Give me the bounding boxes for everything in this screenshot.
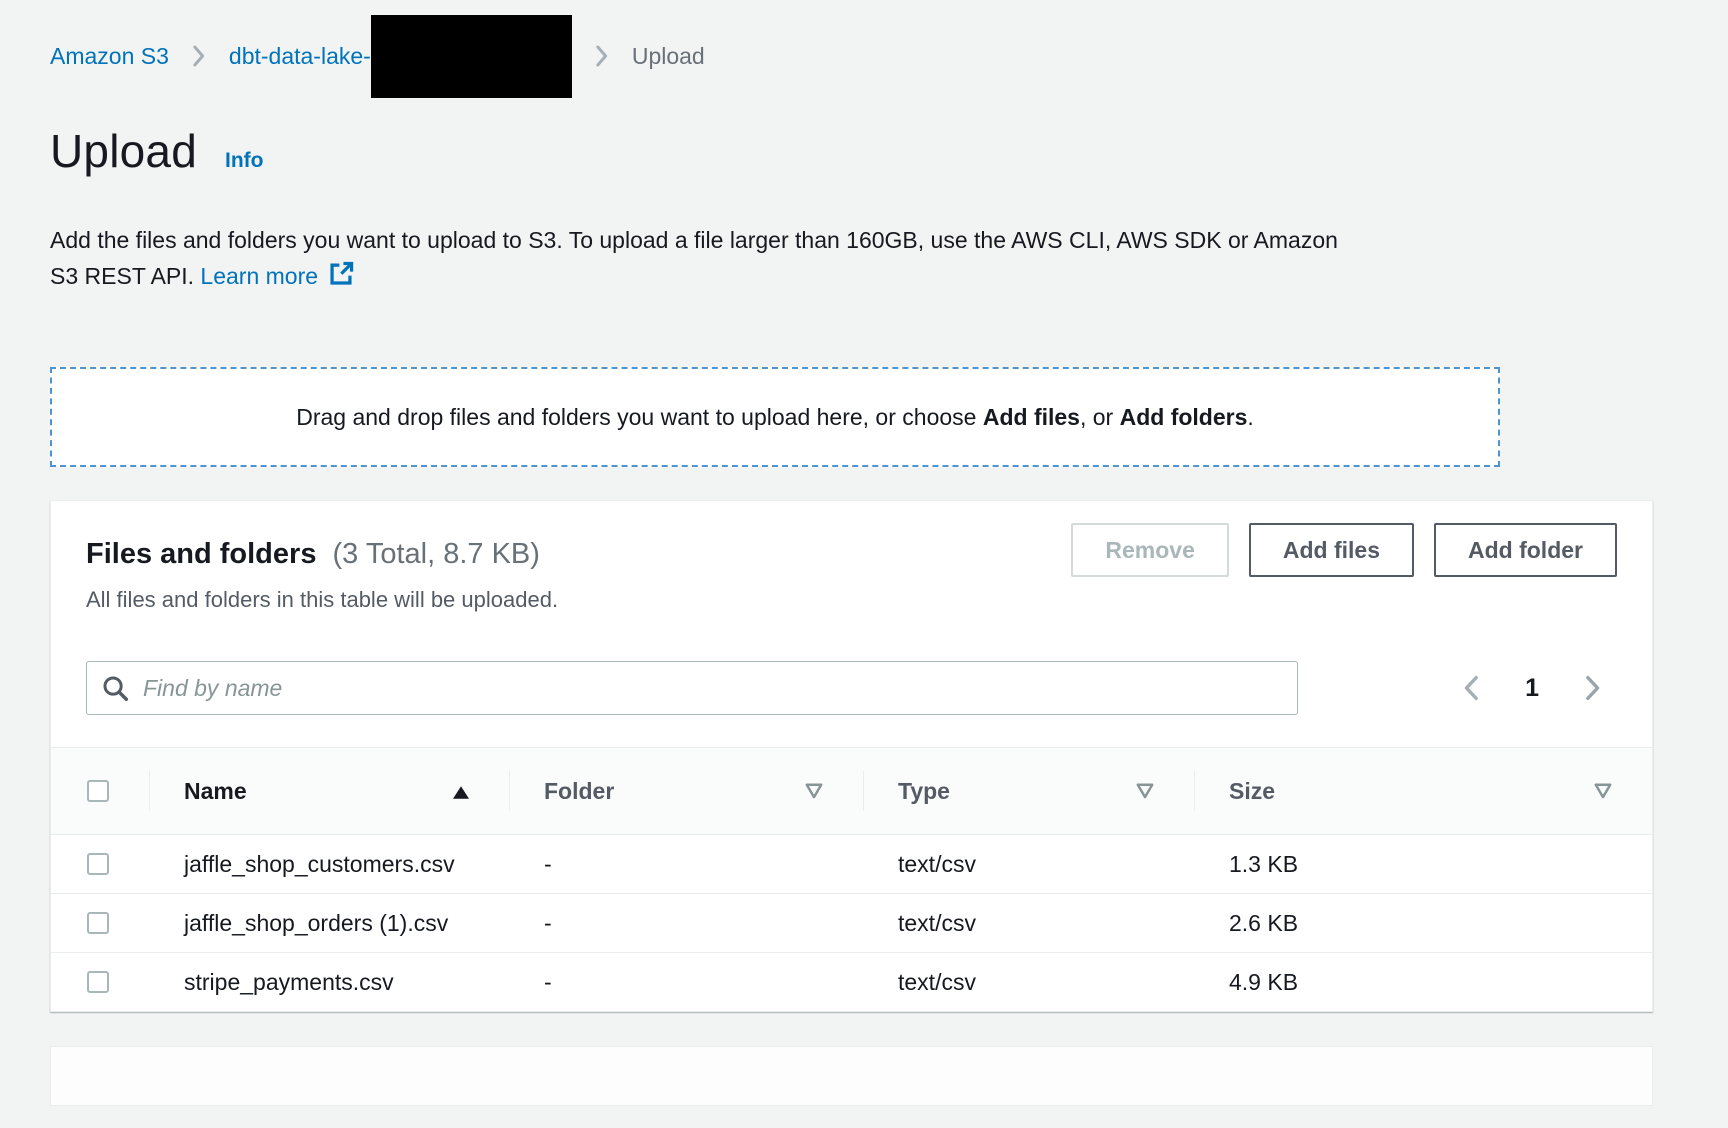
page-title: Upload <box>50 124 197 178</box>
table-row: stripe_payments.csv - text/csv 4.9 KB <box>51 953 1652 1011</box>
chevron-right-icon <box>193 45 205 67</box>
cell-folder: - <box>509 894 863 952</box>
table-row: jaffle_shop_orders (1).csv - text/csv 2.… <box>51 894 1652 953</box>
breadcrumb-current: Upload <box>632 43 705 70</box>
add-folder-button[interactable]: Add folder <box>1434 523 1617 577</box>
files-table: Name Folder Type <box>51 747 1652 1011</box>
row-checkbox[interactable] <box>87 971 109 993</box>
cell-size: 1.3 KB <box>1194 835 1652 893</box>
upload-page: Amazon S3 dbt-data-lake- Upload Upload I… <box>0 14 1728 1106</box>
filter-icon[interactable] <box>805 778 823 805</box>
drag-drop-zone[interactable]: Drag and drop files and folders you want… <box>50 367 1500 467</box>
cell-type: text/csv <box>863 894 1194 952</box>
breadcrumb: Amazon S3 dbt-data-lake- Upload <box>50 14 1678 98</box>
breadcrumb-amazon-s3[interactable]: Amazon S3 <box>50 43 169 70</box>
next-section-card <box>50 1046 1653 1106</box>
dropzone-text: Drag and drop files and folders you want… <box>296 404 1254 431</box>
pagination: 1 <box>1459 671 1617 705</box>
panel-count: (3 Total, 8.7 KB) <box>333 538 540 570</box>
sort-ascending-icon <box>453 778 469 805</box>
column-header-type[interactable]: Type <box>863 748 1194 834</box>
previous-page-button[interactable] <box>1459 671 1483 705</box>
search-input[interactable] <box>86 661 1298 715</box>
cell-name: jaffle_shop_orders (1).csv <box>149 894 509 952</box>
breadcrumb-bucket[interactable]: dbt-data-lake- <box>229 43 371 70</box>
cell-name: stripe_payments.csv <box>149 953 509 1011</box>
external-link-icon[interactable] <box>328 261 354 297</box>
cell-type: text/csv <box>863 953 1194 1011</box>
cell-size: 2.6 KB <box>1194 894 1652 952</box>
column-header-name[interactable]: Name <box>149 748 509 834</box>
cell-name: jaffle_shop_customers.csv <box>149 835 509 893</box>
column-header-size[interactable]: Size <box>1194 748 1652 834</box>
cell-type: text/csv <box>863 835 1194 893</box>
filter-icon[interactable] <box>1136 778 1154 805</box>
description-line1: Add the files and folders you want to up… <box>50 227 1338 253</box>
filter-icon[interactable] <box>1594 778 1612 805</box>
search-icon <box>102 675 129 707</box>
dropzone-add-folders-label: Add folders <box>1120 404 1248 430</box>
column-header-folder[interactable]: Folder <box>509 748 863 834</box>
row-checkbox[interactable] <box>87 853 109 875</box>
dropzone-add-files-label: Add files <box>983 404 1080 430</box>
page-description: Add the files and folders you want to up… <box>50 222 1510 297</box>
chevron-right-icon <box>596 45 608 67</box>
cell-folder: - <box>509 835 863 893</box>
cell-folder: - <box>509 953 863 1011</box>
table-row: jaffle_shop_customers.csv - text/csv 1.3… <box>51 835 1652 894</box>
panel-subtitle: All files and folders in this table will… <box>86 587 558 613</box>
table-body: jaffle_shop_customers.csv - text/csv 1.3… <box>51 835 1652 1011</box>
files-and-folders-panel: Files and folders (3 Total, 8.7 KB) All … <box>50 500 1653 1012</box>
panel-header: Files and folders (3 Total, 8.7 KB) All … <box>86 523 1617 613</box>
panel-title: Files and folders <box>86 538 316 570</box>
add-files-button[interactable]: Add files <box>1249 523 1414 577</box>
table-header-row: Name Folder Type <box>51 747 1652 835</box>
search-row: 1 <box>86 661 1617 715</box>
description-line2: S3 REST API. <box>50 263 194 289</box>
learn-more-link[interactable]: Learn more <box>200 263 318 289</box>
next-page-button[interactable] <box>1581 671 1605 705</box>
info-link[interactable]: Info <box>225 149 263 173</box>
row-checkbox[interactable] <box>87 912 109 934</box>
current-page-number: 1 <box>1525 674 1539 703</box>
redacted-bucket-name <box>371 15 572 98</box>
panel-actions: Remove Add files Add folder <box>1071 523 1617 577</box>
cell-size: 4.9 KB <box>1194 953 1652 1011</box>
remove-button[interactable]: Remove <box>1071 523 1228 577</box>
panel-heading-block: Files and folders (3 Total, 8.7 KB) All … <box>86 523 558 613</box>
title-row: Upload Info <box>50 124 1678 178</box>
select-all-checkbox[interactable] <box>87 780 109 802</box>
select-all-cell <box>51 748 149 834</box>
